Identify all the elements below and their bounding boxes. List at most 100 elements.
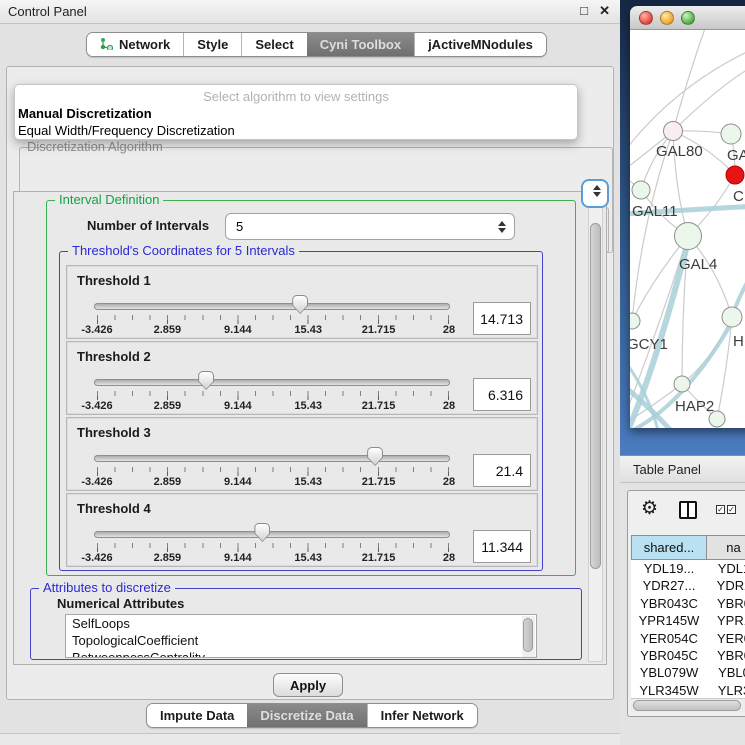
slider[interactable] <box>97 371 449 393</box>
thresholds-group: Threshold's Coordinates for 5 Intervals … <box>59 251 543 571</box>
slider-thumb[interactable] <box>254 523 270 542</box>
slider-thumb[interactable] <box>292 295 308 314</box>
tab-impute-data[interactable]: Impute Data <box>147 704 247 727</box>
slider[interactable] <box>97 447 449 469</box>
table-row[interactable]: YDL19... YDL1 <box>631 560 745 577</box>
node-table[interactable]: shared... na YDL19... YDL1 YDR27... YDR2… <box>631 535 745 698</box>
dropdown-item-manual-discretization[interactable]: Manual Discretization <box>18 106 152 121</box>
table-row[interactable]: YBL079W YBL0 <box>631 664 745 681</box>
table-panel-title: Table Panel <box>633 462 701 477</box>
node-label: GAL80 <box>656 143 703 160</box>
algorithm-dropdown-popup: Select algorithm to view settings Manual… <box>14 84 578 140</box>
node-gcy1 <box>630 313 640 329</box>
threshold-value-field[interactable] <box>473 454 531 487</box>
node-gal11 <box>632 181 650 199</box>
number-of-intervals-label: Number of Intervals <box>87 218 209 233</box>
numerical-attributes-label: Numerical Attributes <box>57 596 184 611</box>
table-row[interactable]: YPR145W YPR1 <box>631 612 745 629</box>
screen: Control Panel □ ✕ Network Styl <box>0 0 745 745</box>
attributes-group: Attributes to discretize Numerical Attri… <box>30 588 582 660</box>
threshold-row: Threshold 1 -3.426 2.859 9.144 <box>66 265 538 339</box>
table-toolbar: ⚙ ✓ ✓ <box>628 491 745 533</box>
column-header[interactable]: shared... <box>631 535 707 560</box>
close-icon[interactable]: ✕ <box>599 3 610 19</box>
list-item[interactable]: TopologicalCoefficient <box>66 632 536 649</box>
node-right-top <box>721 124 741 144</box>
combo-spinner-icon <box>498 221 506 233</box>
tab-cyni-toolbox[interactable]: Cyni Toolbox <box>307 33 414 56</box>
gear-icon[interactable]: ⚙ <box>641 499 658 519</box>
network-canvas[interactable]: GAL80 GA C GAL11 GAL4 GCY1 H HAP2 <box>630 30 745 428</box>
threshold-value-field[interactable] <box>473 530 531 563</box>
tab-select[interactable]: Select <box>241 33 306 56</box>
node-label: GAL4 <box>679 256 717 273</box>
interval-definition-title: Interval Definition <box>55 192 163 207</box>
tab-style[interactable]: Style <box>183 33 241 56</box>
apply-button[interactable]: Apply <box>273 673 343 697</box>
network-view-window[interactable]: GAL80 GA C GAL11 GAL4 GCY1 H HAP2 <box>630 6 745 428</box>
slider[interactable] <box>97 523 449 545</box>
table-row[interactable]: YER054C YER0 <box>631 630 745 647</box>
table-row[interactable]: YBR043C YBR0 <box>631 595 745 612</box>
slider-tick-labels: -3.426 2.859 9.144 15.43 21.715 28 <box>97 476 449 488</box>
tab-network[interactable]: Network <box>87 33 183 56</box>
threshold-label: Threshold 2 <box>77 349 151 364</box>
threshold-row: Threshold 3 -3.426 2.859 9.144 <box>66 417 538 491</box>
checkbox-icon: ✓ <box>727 505 736 514</box>
tab-discretize-data[interactable]: Discretize Data <box>247 704 366 727</box>
algorithm-combobox[interactable] <box>581 179 609 208</box>
node-label: H <box>733 333 744 350</box>
node-label: GA <box>727 147 745 164</box>
list-scrollbar[interactable] <box>522 616 535 658</box>
network-window-titlebar[interactable] <box>630 6 745 30</box>
tab-network-label: Network <box>119 37 170 52</box>
node-label: GCY1 <box>630 336 668 353</box>
panel-scrollbar[interactable] <box>588 194 603 662</box>
column-header[interactable]: na <box>707 535 745 560</box>
node-gal4 <box>675 223 702 250</box>
table-row[interactable]: YDR27... YDR2 <box>631 577 745 594</box>
slider-thumb[interactable] <box>198 371 214 390</box>
thresholds-group-title: Threshold's Coordinates for 5 Intervals <box>68 243 299 258</box>
minimize-traffic-light-icon[interactable] <box>660 11 674 25</box>
panel-title: Control Panel <box>8 4 87 19</box>
split-columns-icon[interactable] <box>679 501 697 519</box>
threshold-value-field[interactable] <box>473 302 531 335</box>
interval-definition-group: Interval Definition Number of Intervals … <box>46 200 576 576</box>
table-header-row: shared... na <box>631 535 745 560</box>
tab-jactivemnodules[interactable]: jActiveMNodules <box>414 33 546 56</box>
list-scrollbar-thumb[interactable] <box>523 618 533 652</box>
table-panel: ⚙ ✓ ✓ shared... na YDL19... YDL1 YDR27..… <box>627 490 745 717</box>
table-horizontal-scrollbar-thumb[interactable] <box>633 700 741 711</box>
node-gal80 <box>664 122 683 141</box>
table-row[interactable]: YLR345W YLR3 <box>631 682 745 698</box>
dropdown-item-equal-width-frequency[interactable]: Equal Width/Frequency Discretization <box>18 123 235 138</box>
zoom-traffic-light-icon[interactable] <box>681 11 695 25</box>
table-row[interactable]: YBR045C YBR0 <box>631 647 745 664</box>
panel-scrollbar-thumb[interactable] <box>590 223 601 569</box>
node-label: HAP2 <box>675 398 714 415</box>
slider-thumb[interactable] <box>367 447 383 466</box>
node-h <box>722 307 742 327</box>
select-columns-icon[interactable]: ✓ ✓ <box>716 505 736 514</box>
list-item[interactable]: SelfLoops <box>66 615 536 632</box>
list-item[interactable]: BetweennessCentrality <box>66 649 536 658</box>
close-traffic-light-icon[interactable] <box>639 11 653 25</box>
network-icon <box>100 37 113 53</box>
slider[interactable] <box>97 295 449 317</box>
discretization-algorithm-group-title: Discretization Algorithm <box>27 139 163 154</box>
tab-infer-network[interactable]: Infer Network <box>367 704 477 727</box>
threshold-value-field[interactable] <box>473 378 531 411</box>
control-panel-titlebar: Control Panel □ ✕ <box>0 0 620 24</box>
panel-bottom-strip <box>0 733 620 745</box>
checkbox-icon: ✓ <box>716 505 725 514</box>
table-horizontal-scrollbar[interactable] <box>631 698 745 712</box>
float-window-icon[interactable]: □ <box>580 3 588 18</box>
tab-style-label: Style <box>197 37 228 52</box>
number-of-intervals-combobox[interactable]: 5 <box>225 213 515 240</box>
tab-jactivemnodules-label: jActiveMNodules <box>428 37 533 52</box>
numerical-attributes-list[interactable]: SelfLoops TopologicalCoefficient Between… <box>65 614 537 658</box>
tab-cyni-toolbox-label: Cyni Toolbox <box>320 37 401 52</box>
node-label: C <box>733 188 744 205</box>
tab-select-label: Select <box>255 37 293 52</box>
